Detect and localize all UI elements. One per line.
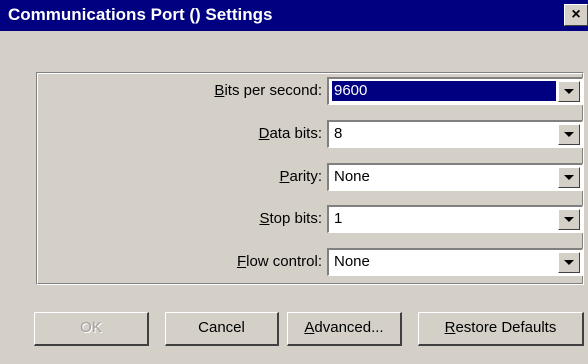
- chevron-down-icon[interactable]: [558, 124, 580, 145]
- parity-value: None: [334, 168, 370, 185]
- chevron-down-icon[interactable]: [558, 252, 580, 273]
- stop-bits-label: Stop bits:: [259, 210, 322, 227]
- parity-combo[interactable]: None: [327, 163, 583, 191]
- close-button[interactable]: ×: [564, 4, 588, 26]
- parity-label: Parity:: [279, 168, 322, 185]
- title-bar: Communications Port () Settings ×: [0, 0, 588, 31]
- ok-button[interactable]: OK: [34, 312, 149, 346]
- cancel-button-label: Cancel: [198, 319, 245, 336]
- chevron-down-icon[interactable]: [558, 209, 580, 230]
- stop-bits-value: 1: [334, 210, 343, 227]
- data-bits-combo[interactable]: 8: [327, 120, 583, 148]
- data-bits-label: Data bits:: [258, 125, 322, 142]
- window-title: Communications Port () Settings: [8, 5, 273, 24]
- advanced-button[interactable]: Advanced...: [287, 312, 402, 346]
- flow-control-label: Flow control:: [236, 253, 322, 270]
- flow-control-value: None: [334, 253, 370, 270]
- restore-defaults-button[interactable]: Restore Defaults: [418, 312, 584, 346]
- advanced-button-label: Advanced...: [304, 319, 384, 336]
- ok-button-label: OK: [80, 319, 102, 336]
- bits-per-second-combo[interactable]: 9600: [327, 77, 583, 105]
- data-bits-value: 8: [334, 125, 343, 142]
- bits-per-second-label: Bits per second:: [214, 82, 322, 99]
- chevron-down-icon[interactable]: [558, 81, 580, 102]
- cancel-button[interactable]: Cancel: [165, 312, 279, 346]
- bits-per-second-value: 9600: [332, 81, 556, 101]
- chevron-down-icon[interactable]: [558, 167, 580, 188]
- stop-bits-combo[interactable]: 1: [327, 205, 583, 233]
- flow-control-combo[interactable]: None: [327, 248, 583, 276]
- close-icon: ×: [571, 6, 581, 23]
- restore-defaults-button-label: Restore Defaults: [444, 319, 557, 336]
